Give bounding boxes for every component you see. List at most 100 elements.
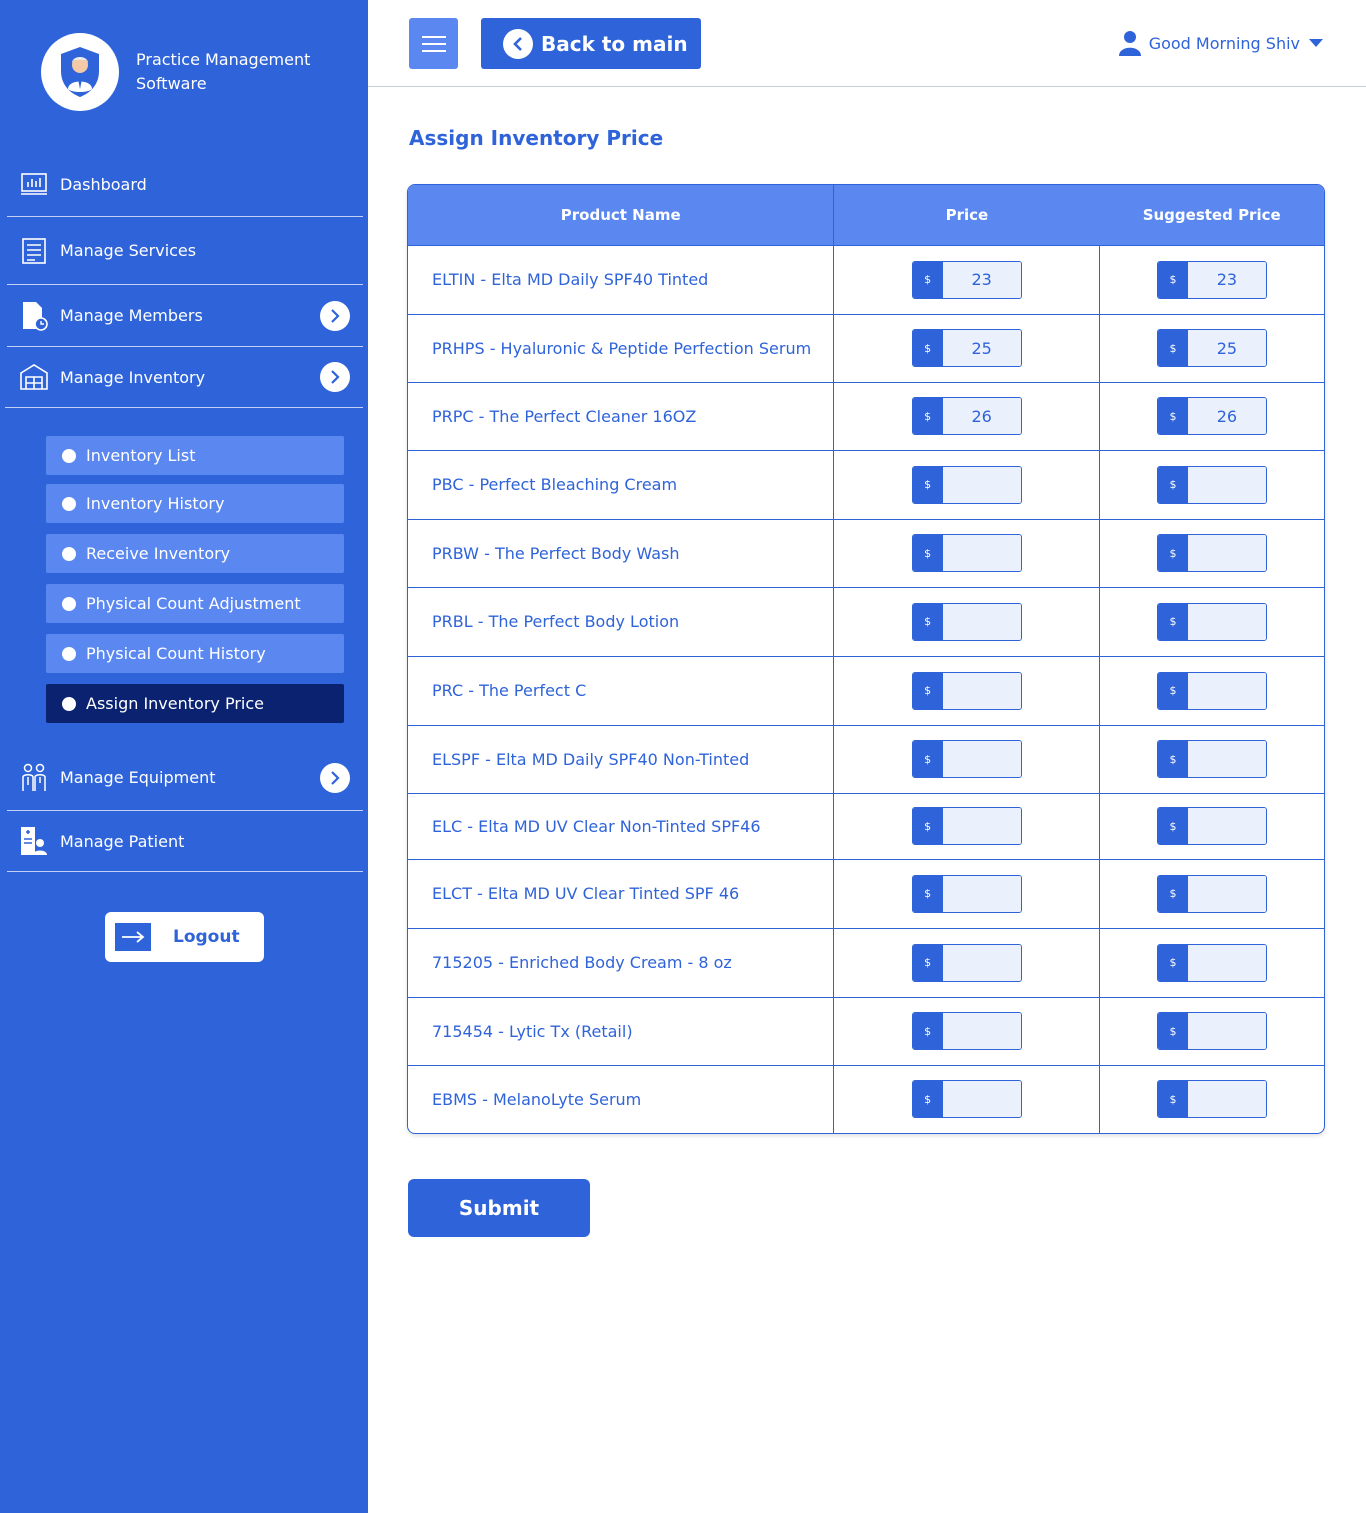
price-value[interactable]	[942, 603, 1021, 640]
nav-manage-services[interactable]: Manage Services	[7, 217, 363, 285]
brand-line-1: Practice Management	[136, 50, 311, 69]
logout-button[interactable]: Logout	[105, 912, 264, 962]
product-name-cell: PRPC - The Perfect Cleaner 16OZ	[408, 381, 834, 450]
members-document-icon	[19, 301, 49, 331]
suggested-price-input[interactable]: $	[1156, 671, 1267, 710]
price-input[interactable]: $	[911, 740, 1022, 778]
price-value[interactable]	[1187, 535, 1266, 571]
price-value[interactable]	[1187, 1081, 1266, 1118]
inventory-warehouse-icon	[19, 362, 49, 392]
price-value[interactable]	[942, 535, 1021, 571]
suggested-price-input[interactable]: $26	[1156, 397, 1267, 435]
currency-prefix: $	[912, 535, 943, 571]
suggested-price-input[interactable]: $	[1156, 1080, 1267, 1119]
table-row: ELTIN - Elta MD Daily SPF40 Tinted $23 $23	[408, 244, 1324, 314]
nav-manage-patient[interactable]: Manage Patient	[7, 811, 363, 872]
price-value[interactable]	[1187, 466, 1266, 503]
price-input[interactable]: $	[911, 671, 1022, 710]
nav-manage-members[interactable]: Manage Members	[7, 285, 363, 347]
price-value[interactable]	[1187, 875, 1266, 912]
suggested-price-cell: $	[1098, 858, 1324, 928]
chevron-right-icon[interactable]	[320, 762, 350, 793]
price-value[interactable]: 25	[942, 330, 1021, 366]
price-value[interactable]	[1187, 603, 1266, 640]
table-body: ELTIN - Elta MD Daily SPF40 Tinted $23 $23…	[408, 244, 1324, 1133]
price-value[interactable]	[942, 875, 1021, 912]
hamburger-menu-button[interactable]	[409, 18, 458, 69]
suggested-price-input[interactable]: $25	[1156, 329, 1267, 367]
price-value[interactable]	[942, 1013, 1021, 1049]
price-value[interactable]	[942, 741, 1021, 777]
price-value[interactable]	[1187, 944, 1266, 981]
brand: Practice Management Software	[41, 33, 336, 111]
price-input[interactable]: $	[911, 1012, 1022, 1050]
bullet-icon	[62, 546, 76, 561]
price-value[interactable]	[942, 808, 1021, 844]
currency-prefix: $	[1157, 672, 1188, 709]
suggested-price-input[interactable]: $23	[1156, 260, 1267, 299]
sub-item-inventory-list[interactable]: Inventory List	[46, 436, 344, 475]
table-header-row: Product Name Price Suggested Price	[408, 185, 1324, 245]
suggested-price-cell: $	[1098, 449, 1324, 519]
suggested-price-input[interactable]: $	[1156, 874, 1267, 913]
price-input[interactable]: $25	[911, 329, 1022, 367]
price-value[interactable]	[1187, 741, 1266, 777]
table-row: ELC - Elta MD UV Clear Non-Tinted SPF46 $…	[408, 792, 1324, 859]
currency-prefix: $	[1157, 466, 1188, 503]
chevron-down-icon[interactable]	[320, 362, 350, 392]
page-title: Assign Inventory Price	[409, 126, 664, 150]
sub-item-receive-inventory[interactable]: Receive Inventory	[46, 534, 344, 573]
price-input[interactable]: $	[911, 874, 1022, 913]
suggested-price-input[interactable]: $	[1156, 1012, 1267, 1050]
price-cell: $26	[833, 381, 1100, 450]
currency-prefix: $	[912, 808, 943, 844]
price-input[interactable]: $23	[911, 260, 1022, 299]
price-value[interactable]	[1187, 808, 1266, 844]
nav-label: Manage Equipment	[60, 768, 216, 787]
brand-line-2: Software	[136, 74, 207, 93]
price-value[interactable]	[942, 672, 1021, 709]
chevron-right-icon[interactable]	[320, 300, 350, 331]
sub-item-physical-count-adjustment[interactable]: Physical Count Adjustment	[46, 584, 344, 623]
nav-manage-inventory[interactable]: Manage Inventory	[5, 347, 363, 408]
price-value[interactable]: 23	[1187, 261, 1266, 298]
greeting-text: Good Morning Shiv	[1148, 33, 1300, 53]
price-value[interactable]	[942, 944, 1021, 981]
product-name-cell: ELC - Elta MD UV Clear Non-Tinted SPF46	[408, 792, 834, 859]
suggested-price-input[interactable]: $	[1156, 534, 1267, 572]
submit-button[interactable]: Submit	[408, 1179, 590, 1237]
suggested-price-cell: $	[1098, 518, 1324, 587]
suggested-price-input[interactable]: $	[1156, 740, 1267, 778]
price-input[interactable]: $	[911, 943, 1022, 982]
price-value[interactable]	[1187, 672, 1266, 709]
user-menu[interactable]: Good Morning Shiv	[1118, 30, 1324, 56]
price-value[interactable]: 25	[1187, 330, 1266, 366]
sub-item-label: Inventory History	[86, 494, 225, 513]
sub-item-inventory-history[interactable]: Inventory History	[46, 484, 344, 523]
suggested-price-input[interactable]: $	[1156, 465, 1267, 504]
price-value[interactable]: 23	[942, 261, 1021, 298]
sub-item-physical-count-history[interactable]: Physical Count History	[46, 634, 344, 673]
price-input[interactable]: $	[911, 807, 1022, 845]
price-input[interactable]: $	[911, 602, 1022, 641]
sub-item-assign-inventory-price[interactable]: Assign Inventory Price	[46, 684, 344, 723]
price-value[interactable]: 26	[1187, 398, 1266, 434]
nav-manage-equipment[interactable]: Manage Equipment	[7, 745, 363, 811]
suggested-price-cell: $25	[1098, 313, 1324, 382]
suggested-price-input[interactable]: $	[1156, 602, 1267, 641]
price-value[interactable]	[942, 466, 1021, 503]
nav-dashboard[interactable]: Dashboard	[7, 152, 363, 217]
price-value[interactable]	[942, 1081, 1021, 1118]
back-to-main-button[interactable]: Back to main	[481, 18, 701, 69]
table-row: PBC - Perfect Bleaching Cream $ $	[408, 449, 1324, 519]
price-value[interactable]	[1187, 1013, 1266, 1049]
price-input[interactable]: $	[911, 465, 1022, 504]
suggested-price-input[interactable]: $	[1156, 807, 1267, 845]
price-input[interactable]: $	[911, 1080, 1022, 1119]
price-input[interactable]: $26	[911, 397, 1022, 435]
suggested-price-input[interactable]: $	[1156, 943, 1267, 982]
suggested-price-cell: $	[1098, 586, 1324, 656]
price-value[interactable]: 26	[942, 398, 1021, 434]
price-input[interactable]: $	[911, 534, 1022, 572]
product-name-cell: PRHPS - Hyaluronic & Peptide Perfection …	[408, 313, 834, 382]
